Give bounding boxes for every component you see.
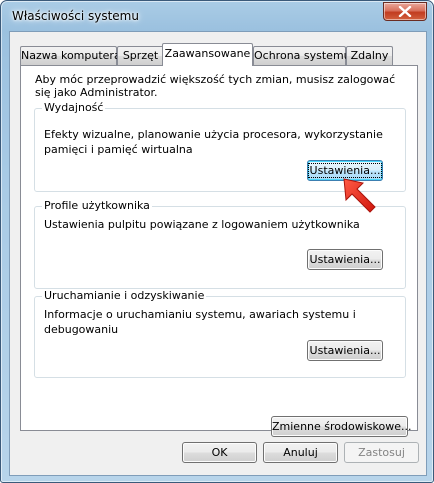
startup-recovery-settings-button[interactable]: Ustawienia... (307, 340, 383, 361)
startup-recovery-group: Uruchamianie i odzyskiwanie Informacje o… (34, 289, 406, 378)
tab-advanced[interactable]: Zaawansowane (162, 43, 253, 66)
ok-button[interactable]: OK (182, 442, 257, 463)
close-button[interactable] (383, 2, 427, 21)
tab-hardware[interactable]: Sprzęt (117, 46, 164, 65)
user-profiles-settings-button[interactable]: Ustawienia... (307, 249, 383, 270)
cancel-button[interactable]: Anuluj (263, 442, 338, 463)
close-icon (398, 6, 412, 17)
tab-label: Nazwa komputera (21, 49, 121, 62)
user-profiles-description: Ustawienia pulpitu powiązane z logowanie… (44, 218, 360, 231)
apply-button[interactable]: Zastosuj (344, 442, 419, 463)
window-title: Właściwości systemu (12, 9, 139, 23)
tab-label: Sprzęt (122, 49, 159, 62)
tab-label: Zaawansowane (164, 47, 251, 60)
environment-variables-button[interactable]: Zmienne środowiskowe... (271, 416, 411, 437)
performance-description: Efekty wizualne, planowanie użycia proce… (44, 128, 383, 156)
performance-group-title: Wydajność (42, 101, 106, 115)
tab-remote[interactable]: Zdalny (346, 46, 393, 65)
startup-recovery-group-title: Uruchamianie i odzyskiwanie (42, 289, 207, 303)
system-properties-window: Właściwości systemu Nazwa komputera Sprz… (0, 0, 434, 483)
tab-system-protection[interactable]: Ochrona systemu (253, 46, 351, 65)
admin-notice: Aby móc przeprowadzić większość tych zmi… (35, 73, 396, 99)
red-arrow-icon (341, 176, 379, 217)
user-profiles-group: Profile użytkownika Ustawienia pulpitu p… (34, 199, 406, 289)
dialog-client-area: Nazwa komputera Sprzęt Zaawansowane Ochr… (9, 31, 427, 476)
title-bar[interactable]: Właściwości systemu (1, 1, 433, 31)
tab-label: Zdalny (350, 49, 389, 62)
tab-computer-name[interactable]: Nazwa komputera (20, 46, 121, 65)
startup-recovery-description: Informacje o uruchamianiu systemu, awari… (44, 308, 356, 336)
user-profiles-group-title: Profile użytkownika (42, 199, 152, 213)
advanced-tab-panel: Aby móc przeprowadzić większość tych zmi… (20, 65, 418, 437)
tab-label: Ochrona systemu (254, 49, 351, 62)
